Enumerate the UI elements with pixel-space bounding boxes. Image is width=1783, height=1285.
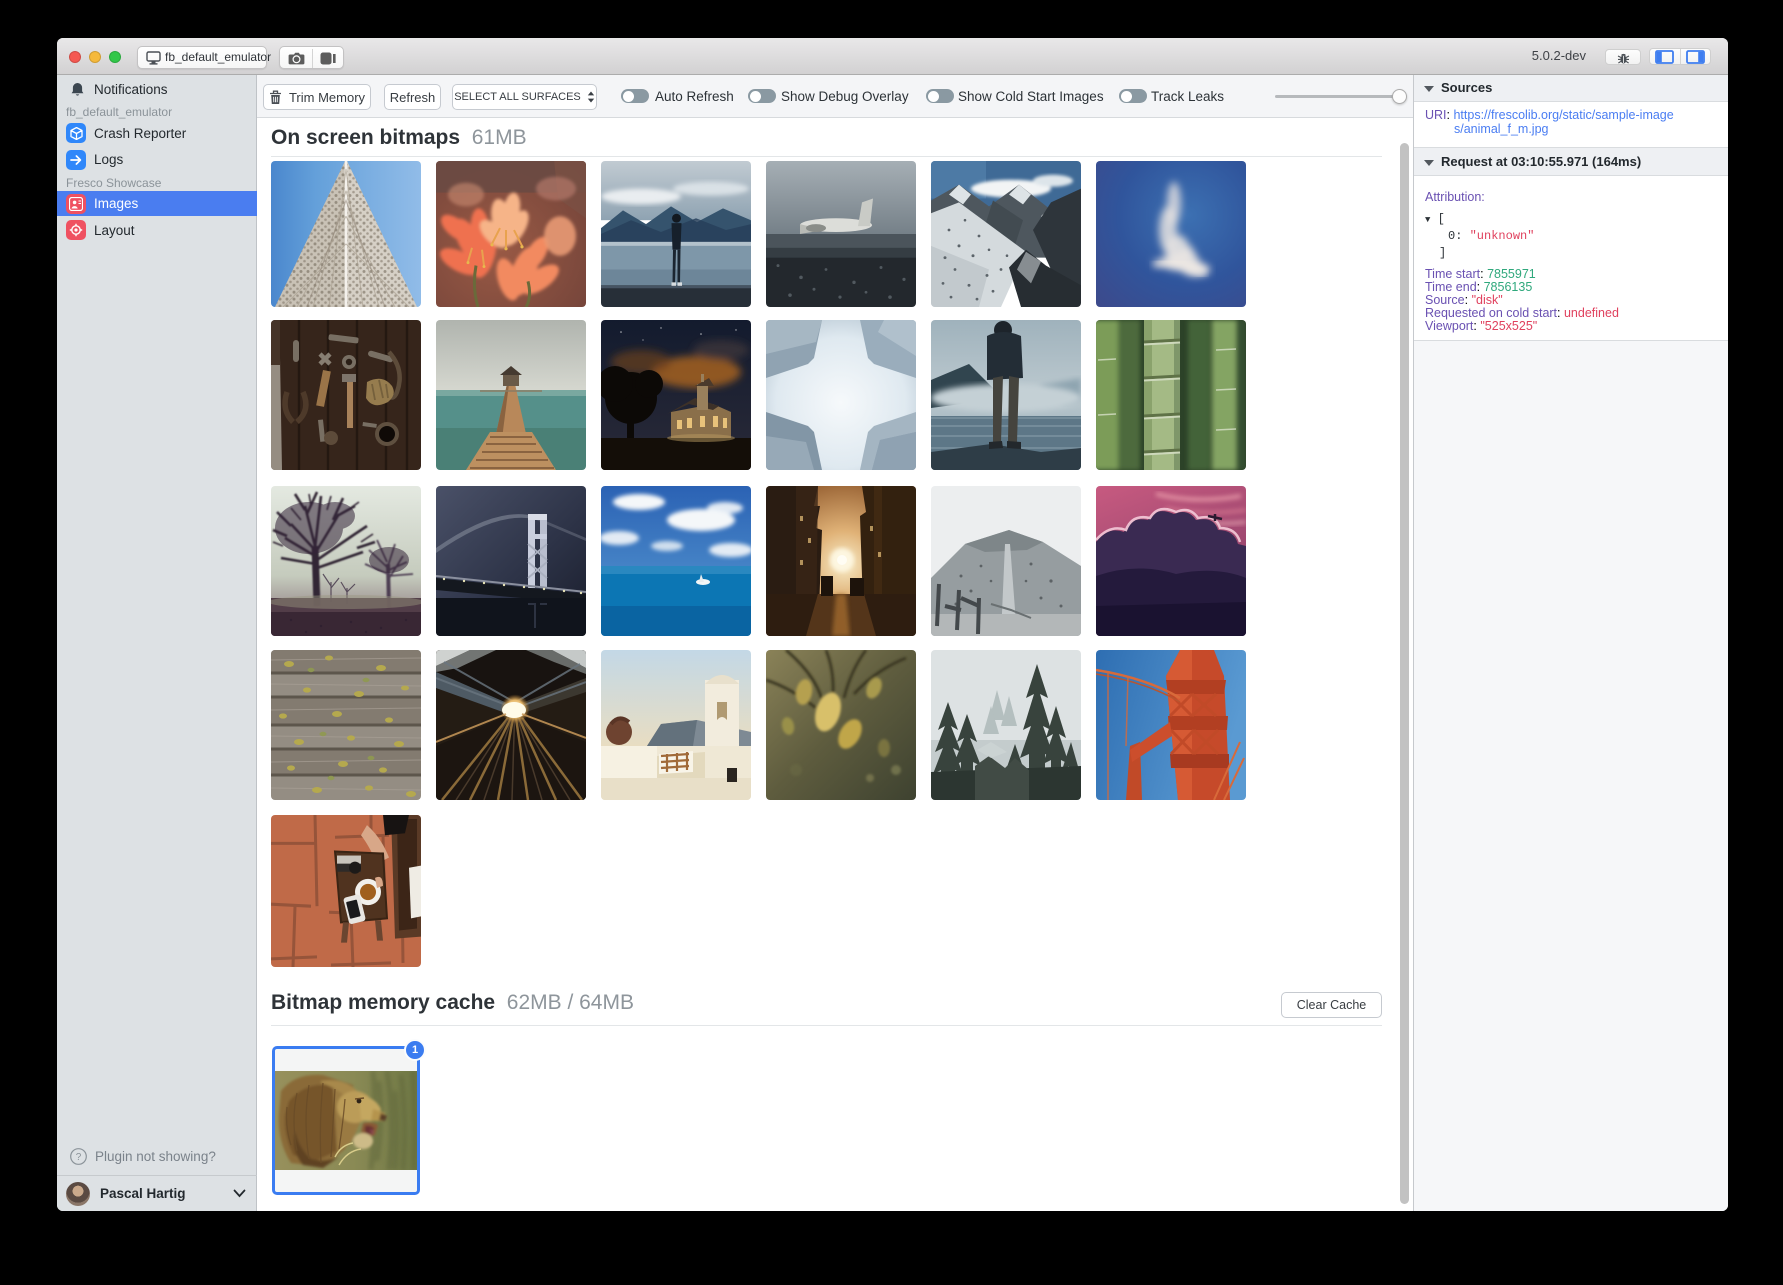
svg-text:?: ? (76, 1152, 82, 1163)
